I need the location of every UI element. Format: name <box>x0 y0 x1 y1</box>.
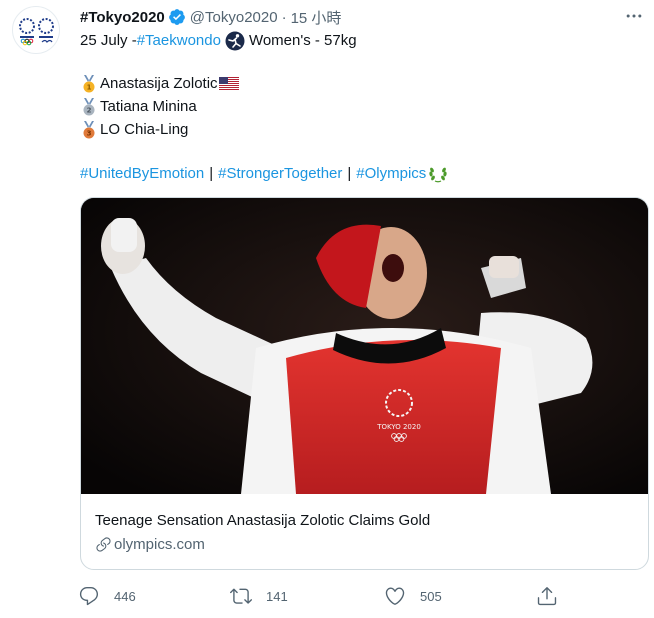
olympic-wreath-icon <box>429 167 447 182</box>
like-button[interactable]: 505 <box>384 583 442 609</box>
us-flag-icon <box>218 77 239 90</box>
link-icon <box>96 537 111 552</box>
hashtag-taekwondo[interactable]: #Taekwondo <box>137 29 221 52</box>
vest-logo-text: TOKYO 2020 <box>376 423 421 431</box>
display-name[interactable]: #Tokyo2020 <box>80 9 165 26</box>
taekwondo-emoji-icon <box>225 31 245 50</box>
reply-button[interactable]: 446 <box>78 583 136 609</box>
hashtag-olympics[interactable]: #Olympics <box>356 162 426 185</box>
silver-medal-icon: 2 <box>83 97 95 115</box>
bronze-medal-number: 3 <box>87 129 92 137</box>
gold-medal-number: 1 <box>87 83 92 91</box>
card-image[interactable]: TOKYO 2020 <box>81 198 648 494</box>
tweet-action-bar: 446 141 505 <box>78 583 578 609</box>
account-avatar[interactable] <box>12 6 60 54</box>
hashtag-stronger-together[interactable]: #StrongerTogether <box>218 162 342 185</box>
tweet-timestamp[interactable]: 15 小時 <box>291 7 342 28</box>
event-date: 25 July - <box>80 32 137 49</box>
card-domain-text[interactable]: olympics.com <box>114 536 205 553</box>
share-button[interactable] <box>536 583 572 609</box>
like-count: 505 <box>420 588 442 604</box>
reply-count: 446 <box>114 588 136 604</box>
pipe-separator: | <box>347 165 352 182</box>
retweet-icon <box>230 588 252 604</box>
separator-dot: · <box>281 8 287 26</box>
tweet-header: #Tokyo2020 @Tokyo2020 · 15 小時 <box>80 6 638 28</box>
hashtag-united-by-emotion[interactable]: #UnitedByEmotion <box>80 162 204 185</box>
medalist-bronze: 3 LO Chia-Ling <box>80 118 640 141</box>
gold-medalist-name: Anastasija Zolotic <box>100 75 218 92</box>
link-preview-card[interactable]: TOKYO 2020 Teenage Sensation Anastasija … <box>80 197 649 570</box>
account-handle[interactable]: @Tokyo2020 <box>190 9 278 26</box>
silver-medalist-name: Tatiana Minina <box>100 98 197 115</box>
hashtag-line: #UnitedByEmotion | #StrongerTogether | #… <box>80 162 640 185</box>
more-dots-icon <box>626 14 642 18</box>
gold-medal-icon: 1 <box>83 74 95 92</box>
retweet-count: 141 <box>266 588 288 604</box>
verified-badge-icon <box>168 9 185 25</box>
reply-icon <box>79 587 99 606</box>
card-title[interactable]: Teenage Sensation Anastasija Zolotic Cla… <box>95 512 430 529</box>
medalist-gold: 1 Anastasija Zolotic <box>80 72 640 95</box>
card-domain: olympics.com <box>95 536 205 553</box>
retweet-button[interactable]: 141 <box>230 583 288 609</box>
pipe-separator: | <box>209 165 214 182</box>
share-icon <box>537 587 557 606</box>
more-options-button[interactable] <box>622 4 646 28</box>
athlete-photo: TOKYO 2020 <box>81 198 648 494</box>
tokyo2020-emblem-icon <box>19 18 54 46</box>
tweet-event-line: 25 July - #Taekwondo Women's - 57kg <box>80 29 640 52</box>
bronze-medal-icon: 3 <box>83 120 95 138</box>
silver-medal-number: 2 <box>87 106 92 114</box>
heart-icon <box>385 587 405 605</box>
medalist-silver: 2 Tatiana Minina <box>80 95 640 118</box>
bronze-medalist-name: LO Chia-Ling <box>100 121 189 138</box>
event-name: Women's - 57kg <box>248 32 357 49</box>
